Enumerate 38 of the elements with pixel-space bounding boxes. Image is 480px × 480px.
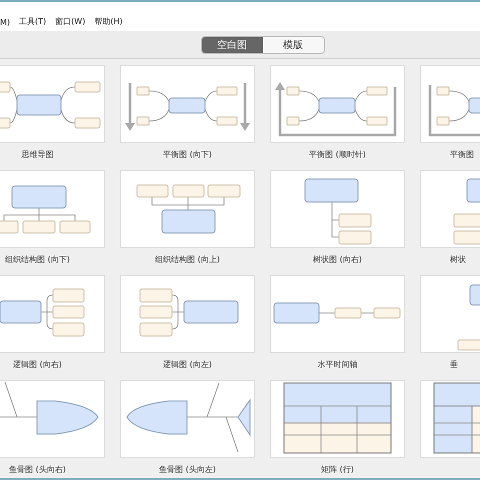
- template-card[interactable]: [0, 275, 105, 353]
- template-label: 思维导图: [22, 148, 54, 160]
- template-card[interactable]: [120, 275, 255, 353]
- template-card[interactable]: [270, 275, 405, 353]
- template-card[interactable]: [0, 380, 105, 458]
- tab[interactable]: 模版: [262, 36, 324, 52]
- template-card[interactable]: [120, 65, 255, 143]
- template-card[interactable]: [0, 170, 105, 248]
- template-label: 矩阵 (行): [321, 464, 354, 474]
- template-card[interactable]: [120, 170, 255, 248]
- diagram-drawing: [434, 382, 480, 454]
- template-label: 组织结构图 (向上): [155, 254, 220, 264]
- template-card[interactable]: [270, 380, 405, 458]
- diagram-drawing: [304, 178, 372, 244]
- template-card[interactable]: [0, 65, 105, 143]
- tab[interactable]: 空白图: [202, 36, 262, 52]
- template-label: 组织结构图 (向下): [5, 254, 70, 264]
- diagram-drawing: [454, 178, 480, 244]
- template-label: 树状图 (向右): [313, 254, 362, 264]
- template-card[interactable]: [120, 380, 255, 458]
- template-label: 逻辑图 (向右): [13, 358, 62, 370]
- menu-item[interactable]: M): [0, 18, 10, 27]
- menu-item[interactable]: 帮助(H): [94, 16, 123, 27]
- template-card[interactable]: [270, 170, 405, 248]
- menu-item[interactable]: 工具(T): [19, 16, 46, 27]
- template-label: 平衡图: [450, 148, 474, 160]
- template-card[interactable]: [270, 65, 405, 143]
- template-label: 水平时间轴: [318, 358, 358, 370]
- diagram-drawing: [458, 284, 480, 350]
- template-label: 鱼骨图 (头向左): [159, 464, 216, 474]
- template-label: 垂: [450, 358, 458, 370]
- diagram-drawing: [428, 85, 480, 136]
- template-label: 鱼骨图 (头向右): [9, 464, 66, 474]
- template-label: 逻辑图 (向左): [163, 358, 212, 370]
- menu-item[interactable]: 窗口(W): [55, 16, 86, 27]
- template-label: 树状: [450, 254, 466, 264]
- template-label: 平衡图 (顺时针): [309, 148, 366, 160]
- template-label: 平衡图 (向下): [163, 148, 212, 160]
